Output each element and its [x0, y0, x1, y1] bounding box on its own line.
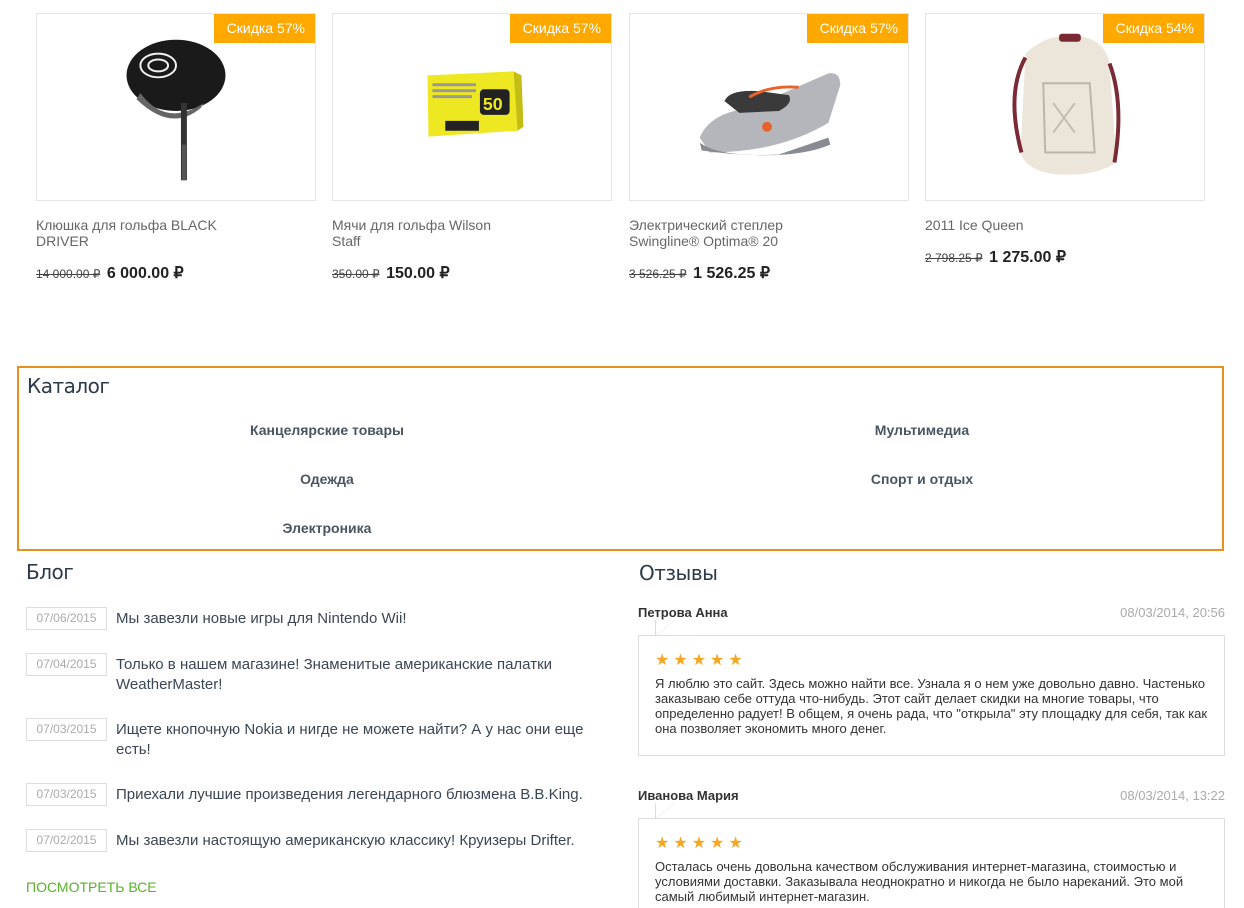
review-date: 08/03/2014, 13:22	[1120, 788, 1225, 803]
product-name[interactable]: 2011 Ice Queen	[925, 217, 1115, 233]
rating-stars-icon: ★★★★★	[655, 835, 747, 852]
discount-badge: Скидка 57%	[213, 14, 315, 43]
new-price: 6 000.00 ₽	[106, 265, 184, 282]
product-card[interactable]: Скидка 54% 2011 Ice Queen 2 798.25 ₽ 1 2…	[925, 13, 1205, 267]
discount-badge: Скидка 57%	[806, 14, 908, 43]
catalog-item-clothing[interactable]: Одежда	[177, 471, 477, 487]
product-image[interactable]: Скидка 57%	[629, 13, 909, 201]
blog-date: 07/03/2015	[26, 783, 107, 806]
old-price: 3 526.25 ₽	[629, 267, 687, 281]
product-card[interactable]: 50 Скидка 57% Мячи для гольфа Wilson Sta…	[332, 13, 612, 283]
review-text: Я люблю это сайт. Здесь можно найти все.…	[655, 676, 1208, 736]
review-date: 08/03/2014, 20:56	[1120, 605, 1225, 620]
blog-link[interactable]: Мы завезли новые игры для Nintendo Wii!	[116, 609, 591, 629]
new-price: 1 275.00 ₽	[989, 249, 1067, 266]
price-row: 2 798.25 ₽ 1 275.00 ₽	[925, 247, 1205, 267]
blog-date: 07/04/2015	[26, 653, 107, 676]
product-name[interactable]: Электрический степлер Swingline® Optima®…	[629, 217, 819, 249]
blog-title: Блог	[26, 560, 74, 584]
discount-badge: Скидка 54%	[1102, 14, 1204, 43]
review-box: ★★★★★ Осталась очень довольна качеством …	[638, 803, 1225, 908]
review-box: ★★★★★ Я люблю это сайт. Здесь можно найт…	[638, 620, 1225, 756]
old-price: 2 798.25 ₽	[925, 251, 983, 265]
product-card[interactable]: Скидка 57% Электрический степлер Swingli…	[629, 13, 909, 283]
product-name[interactable]: Мячи для гольфа Wilson Staff	[332, 217, 522, 249]
catalog-item-multimedia[interactable]: Мультимедиа	[772, 422, 1072, 438]
blog-date: 07/06/2015	[26, 607, 107, 630]
product-image[interactable]: Скидка 57%	[36, 13, 316, 201]
product-image[interactable]: Скидка 54%	[925, 13, 1205, 201]
catalog-section: Каталог Канцелярские товары Мультимедиа …	[17, 366, 1224, 551]
reviews-title: Отзывы	[639, 561, 718, 585]
blog-link[interactable]: Приехали лучшие произведения легендарног…	[116, 785, 591, 805]
blog-date: 07/02/2015	[26, 829, 107, 852]
blog-link[interactable]: Мы завезли настоящую американскую класси…	[116, 831, 591, 851]
catalog-item-stationery[interactable]: Канцелярские товары	[177, 422, 477, 438]
catalog-item-electronics[interactable]: Электроника	[177, 520, 477, 536]
review-author: Петрова Анна	[638, 605, 728, 620]
svg-text:50: 50	[483, 94, 503, 114]
blog-link[interactable]: Только в нашем магазине! Знаменитые амер…	[116, 655, 591, 695]
discount-badge: Скидка 57%	[509, 14, 611, 43]
product-image[interactable]: 50 Скидка 57%	[332, 13, 612, 201]
review-author: Иванова Мария	[638, 788, 739, 803]
catalog-title: Каталог	[27, 374, 110, 398]
blog-link[interactable]: Ищете кнопочную Nokia и нигде не можете …	[116, 720, 591, 760]
product-name[interactable]: Клюшка для гольфа BLACK DRIVER	[36, 217, 226, 249]
new-price: 1 526.25 ₽	[693, 265, 771, 282]
product-carousel: Скидка 57% Клюшка для гольфа BLACK DRIVE…	[36, 13, 1216, 313]
view-all-link[interactable]: ПОСМОТРЕТЬ ВСЕ	[26, 879, 157, 895]
old-price: 350.00 ₽	[332, 267, 380, 281]
review-text: Осталась очень довольна качеством обслуж…	[655, 859, 1184, 904]
blog-date: 07/03/2015	[26, 718, 107, 741]
price-row: 350.00 ₽ 150.00 ₽	[332, 263, 612, 283]
price-row: 3 526.25 ₽ 1 526.25 ₽	[629, 263, 909, 283]
rating-stars-icon: ★★★★★	[655, 652, 747, 669]
product-card[interactable]: Скидка 57% Клюшка для гольфа BLACK DRIVE…	[36, 13, 316, 283]
price-row: 14 000.00 ₽ 6 000.00 ₽	[36, 263, 316, 283]
catalog-item-sport[interactable]: Спорт и отдых	[772, 471, 1072, 487]
old-price: 14 000.00 ₽	[36, 267, 101, 281]
new-price: 150.00 ₽	[386, 265, 450, 282]
